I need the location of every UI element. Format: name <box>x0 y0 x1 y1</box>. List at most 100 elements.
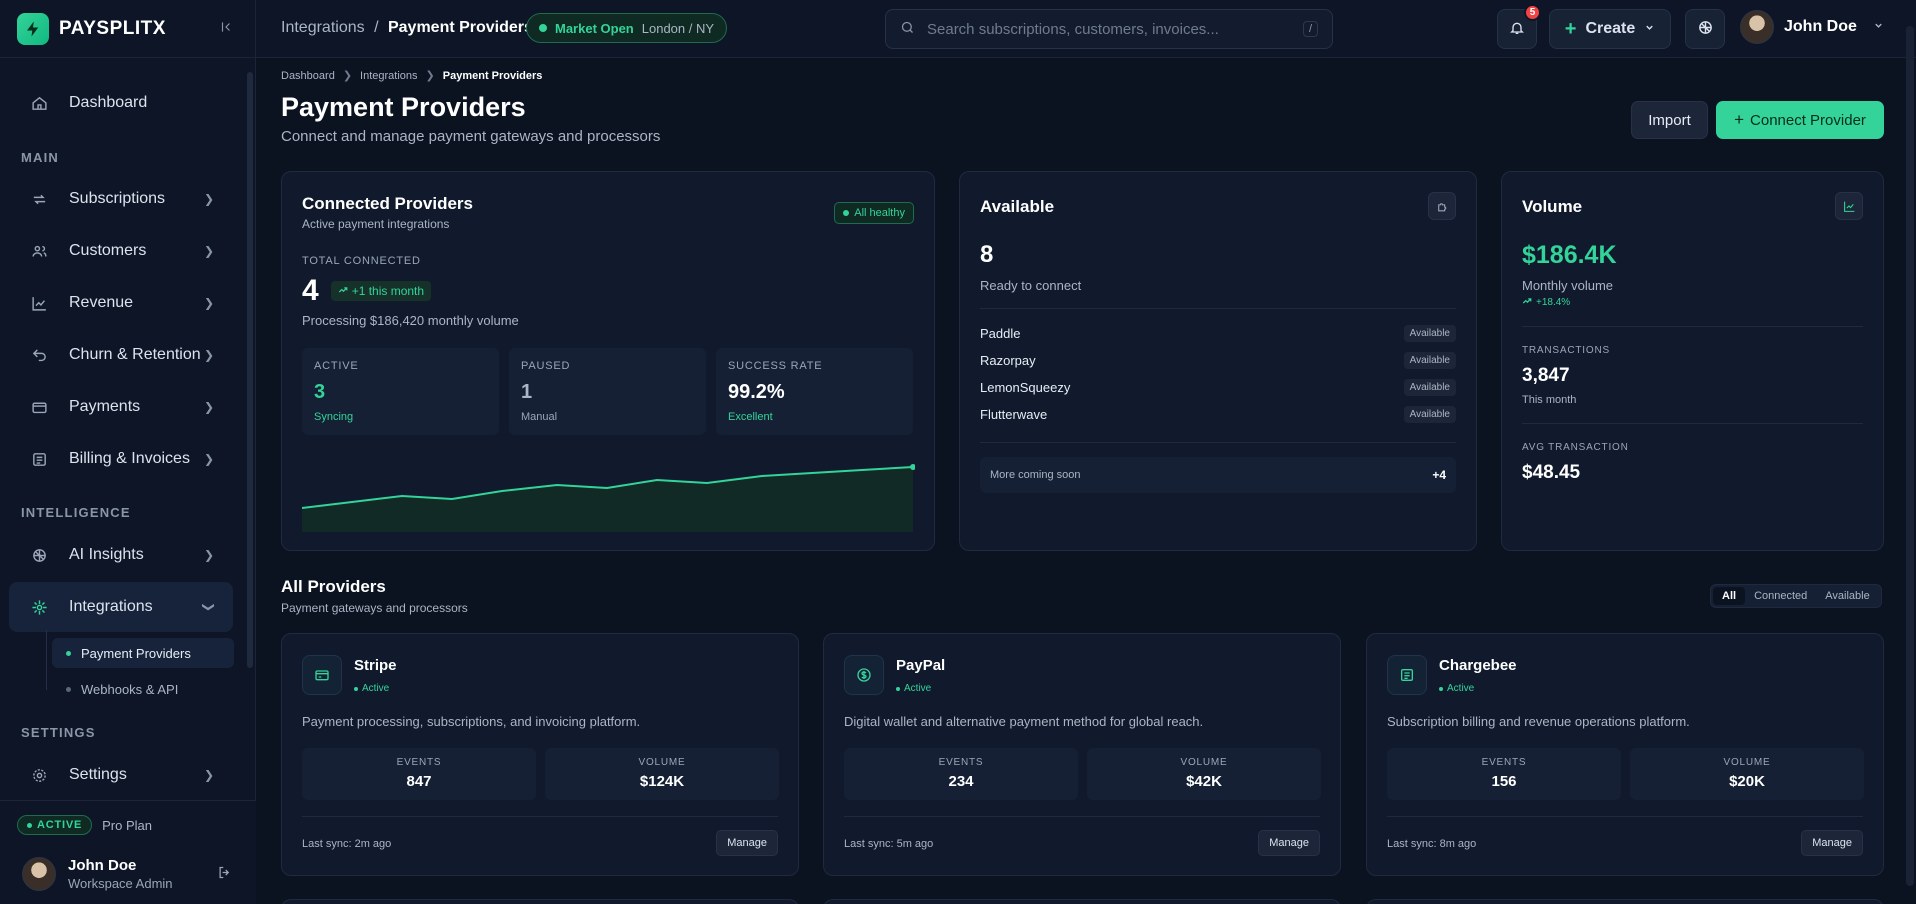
volume-label: VOLUME <box>1723 757 1771 768</box>
chart-icon[interactable] <box>1835 192 1863 220</box>
events-stat: EVENTS 156 <box>1387 748 1621 800</box>
brain-icon <box>1697 19 1714 39</box>
all-providers-title: All Providers <box>281 577 386 596</box>
provider-description: Payment processing, subscriptions, and i… <box>302 714 641 729</box>
divider <box>844 816 1320 817</box>
delta-badge: +1 this month <box>330 281 432 301</box>
submenu-guide-line <box>46 630 47 690</box>
divider <box>1387 816 1863 817</box>
brand-name: PAYSPLITX <box>59 17 166 39</box>
brain-icon <box>28 544 50 566</box>
chevron-right-icon: ❯ <box>203 452 214 466</box>
provider-name: Chargebee <box>1439 657 1517 674</box>
top-breadcrumb-parent[interactable]: Integrations <box>281 19 365 36</box>
collapse-sidebar-icon[interactable] <box>214 20 238 38</box>
sidebar-item-dashboard[interactable]: Dashboard <box>9 78 233 128</box>
notification-count-badge: 5 <box>1524 4 1541 21</box>
divider <box>302 816 778 817</box>
provider-description: Digital wallet and alternative payment m… <box>844 714 1204 729</box>
available-provider-row[interactable]: LemonSqueezy Available <box>980 379 1456 396</box>
volume-card: Volume $186.4K Monthly volume +18.4% TRA… <box>1501 171 1884 551</box>
manage-button[interactable]: Manage <box>1258 830 1320 856</box>
breadcrumb-integrations[interactable]: Integrations <box>360 70 417 82</box>
filter-all[interactable]: All <box>1713 587 1746 605</box>
logout-icon[interactable] <box>217 865 232 884</box>
provider-status: Active <box>1439 683 1474 694</box>
logo-bolt-icon <box>17 12 49 45</box>
breadcrumb-current: Payment Providers <box>442 69 543 82</box>
sparkline-area <box>302 467 913 532</box>
more-coming-count: +4 <box>1432 468 1446 482</box>
provider-filter: All Connected Available <box>1710 584 1882 608</box>
section-label-settings: SETTINGS <box>21 725 96 740</box>
create-button[interactable]: + Create <box>1549 9 1671 49</box>
credit-card-icon <box>302 655 342 695</box>
provider-status-text: Active <box>904 683 932 694</box>
all-providers-subtitle: Payment gateways and processors <box>281 601 468 615</box>
sidebar-item-integrations[interactable]: Integrations ❯ <box>9 582 233 632</box>
subitem-webhooks-api[interactable]: Webhooks & API <box>52 674 234 704</box>
chevron-right-icon: ❯ <box>342 70 353 82</box>
available-provider-row[interactable]: Flutterwave Available <box>980 406 1456 423</box>
volume-sparkline <box>302 464 915 532</box>
manage-button[interactable]: Manage <box>1801 830 1863 856</box>
subitem-payment-providers[interactable]: Payment Providers <box>52 638 234 668</box>
page-scrollbar[interactable] <box>1906 26 1914 886</box>
sidebar-user[interactable]: John Doe Workspace Admin <box>22 857 232 891</box>
stat-value: 99.2% <box>728 381 785 403</box>
ai-assistant-button[interactable] <box>1685 9 1725 49</box>
volume-stat: VOLUME $20K <box>1630 748 1864 800</box>
events-stat: EVENTS 847 <box>302 748 536 800</box>
breadcrumb-dashboard[interactable]: Dashboard <box>281 70 335 82</box>
receipt-icon <box>28 448 50 470</box>
stat-label: SUCCESS RATE <box>728 360 823 372</box>
profile-menu[interactable]: John Doe <box>1740 10 1884 44</box>
plus-icon: + <box>1734 110 1745 129</box>
plan-name: Pro Plan <box>102 817 153 833</box>
top-bar: Integrations / Payment Providers Market … <box>256 0 1916 58</box>
dollar-icon <box>844 655 884 695</box>
bell-icon <box>1509 20 1525 39</box>
stat-success-rate: SUCCESS RATE 99.2% Excellent <box>716 348 913 435</box>
puzzle-icon[interactable] <box>1428 192 1456 220</box>
events-label: EVENTS <box>396 757 442 768</box>
card-subtitle: Active payment integrations <box>302 217 450 231</box>
sidebar-item-settings[interactable]: Settings ❯ <box>9 750 233 800</box>
sidebar-item-label: Churn & Retention <box>69 346 201 363</box>
notifications-button[interactable]: 5 <box>1497 4 1541 49</box>
avatar <box>22 857 56 891</box>
provider-status-text: Active <box>362 683 390 694</box>
user-name: John Doe <box>68 857 137 874</box>
search-input[interactable] <box>927 20 1303 38</box>
chevron-right-icon: ❯ <box>203 192 214 206</box>
import-button[interactable]: Import <box>1631 101 1708 139</box>
sidebar-item-revenue[interactable]: Revenue ❯ <box>9 278 233 328</box>
sidebar-item-churn[interactable]: Churn & Retention ❯ <box>9 330 233 380</box>
market-status-badge: Market Open London / NY <box>526 13 728 43</box>
connect-provider-button[interactable]: + Connect Provider <box>1716 101 1884 139</box>
volume-value: $42K <box>1186 773 1222 790</box>
provider-name: Flutterwave <box>980 407 1048 422</box>
processing-text: Processing $186,420 monthly volume <box>302 313 519 328</box>
manage-button[interactable]: Manage <box>716 830 778 856</box>
filter-connected[interactable]: Connected <box>1745 587 1816 605</box>
available-provider-row[interactable]: Razorpay Available <box>980 352 1456 369</box>
sidebar-item-label: AI Insights <box>69 546 144 563</box>
available-provider-row[interactable]: Paddle Available <box>980 325 1456 342</box>
volume-delta-text: +18.4% <box>1536 297 1571 308</box>
sidebar-item-subscriptions[interactable]: Subscriptions ❯ <box>9 174 233 224</box>
search-bar: / <box>885 9 1333 49</box>
sidebar-item-customers[interactable]: Customers ❯ <box>9 226 233 276</box>
stat-value: 1 <box>521 381 533 403</box>
sidebar-item-billing[interactable]: Billing & Invoices ❯ <box>9 434 233 484</box>
sidebar-scrollbar[interactable] <box>247 72 253 668</box>
chevron-right-icon: ❯ <box>425 70 435 82</box>
filter-available[interactable]: Available <box>1816 587 1878 605</box>
sidebar-item-payments[interactable]: Payments ❯ <box>9 382 233 432</box>
users-icon <box>28 240 50 262</box>
sidebar-item-label: Subscriptions <box>69 190 166 207</box>
market-status-dot <box>539 24 547 32</box>
delta-text: +1 this month <box>351 284 425 298</box>
sidebar-item-ai-insights[interactable]: AI Insights ❯ <box>9 530 233 580</box>
events-value: 156 <box>1491 773 1517 790</box>
